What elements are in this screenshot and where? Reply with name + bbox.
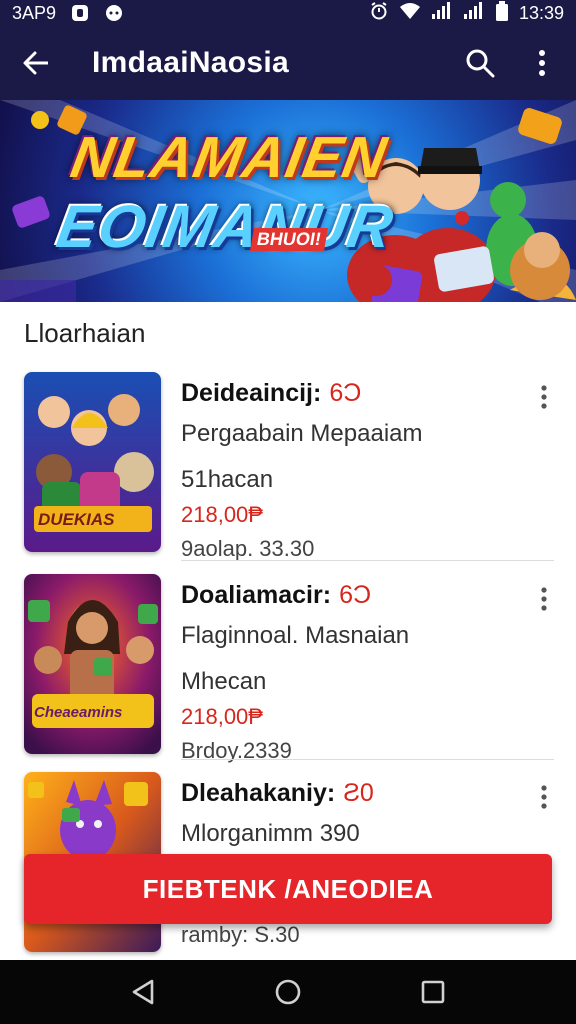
signal-icon-2 — [463, 1, 485, 26]
item-subtitle: Mlorganimm 390 — [181, 820, 360, 847]
more-vert-icon[interactable] — [534, 382, 554, 412]
primary-cta-button[interactable]: FIEBTENK /ANEODIEA — [24, 854, 552, 924]
item-meta: Mhecan — [181, 668, 267, 695]
carrier-label: 3AP9 — [12, 2, 57, 23]
divider — [181, 759, 554, 760]
promo-banner[interactable]: NLAMAIEN EOIMANUR BHUOI! — [0, 100, 576, 302]
page-title: ImdaaiNaosia — [92, 46, 290, 79]
item-price: 218,00₱ — [181, 704, 263, 729]
app-bar: ImdaaiNaosia — [0, 26, 576, 100]
section-title: Lloarhaian — [24, 318, 146, 348]
thumbnail-art — [24, 574, 161, 754]
clock-label: 13:39 — [518, 2, 564, 23]
item-subtitle: Pergaabain Mepaaiam — [181, 420, 423, 447]
divider — [181, 560, 554, 561]
item-subtitle: Flaginnoal. Masnaian — [181, 622, 410, 649]
chat-icon — [104, 3, 124, 23]
item-extra: Brdoy.2339 — [181, 738, 292, 763]
item-price: 218,00₱ — [181, 502, 263, 527]
item-badge: 6Ɔ — [339, 580, 372, 609]
notification-icon — [70, 3, 90, 23]
alarm-icon — [369, 1, 389, 26]
list-item[interactable]: DUEKIAS Deideaincij: 6Ɔ Pergaabain Mepaa… — [24, 372, 576, 562]
thumbnail-title: DUEKIAS — [38, 510, 115, 529]
battery-icon — [495, 0, 509, 26]
more-vert-icon[interactable] — [534, 782, 554, 812]
status-bar: 3AP9 13:39 — [0, 0, 576, 26]
thumbnail-title: Cheaeamins — [34, 704, 123, 721]
item-badge: Ƨ0 — [343, 778, 374, 807]
item-meta: 51hacan — [181, 466, 274, 493]
banner-headline-2: EOIMANUR — [52, 193, 399, 260]
nav-home-icon[interactable] — [266, 970, 310, 1014]
search-icon[interactable] — [462, 45, 498, 81]
item-name: Dleahakaniy: — [181, 778, 336, 807]
banner-tag: BHUOI! — [249, 228, 329, 251]
nav-recents-icon[interactable] — [411, 970, 455, 1014]
item-name: Deideaincij: — [181, 378, 322, 407]
signal-icon — [431, 1, 453, 26]
back-arrow-icon[interactable] — [16, 43, 56, 83]
wifi-icon — [399, 1, 421, 26]
game-thumbnail[interactable]: Cheaeamins — [24, 574, 161, 754]
item-badge: 6Ɔ — [329, 378, 362, 407]
list-item[interactable]: Cheaeamins Doaliamacir: 6Ɔ Flaginnoal. M… — [24, 574, 576, 764]
item-extra: ramby: S.30 — [181, 922, 300, 947]
banner-headline-1: NLAMAIEN — [66, 125, 392, 190]
item-name: Doaliamacir: — [181, 580, 332, 609]
more-vert-icon[interactable] — [534, 584, 554, 614]
system-nav-bar — [0, 960, 576, 1024]
nav-back-icon[interactable] — [121, 970, 165, 1014]
more-vert-icon[interactable] — [524, 45, 560, 81]
game-thumbnail[interactable]: DUEKIAS — [24, 372, 161, 552]
